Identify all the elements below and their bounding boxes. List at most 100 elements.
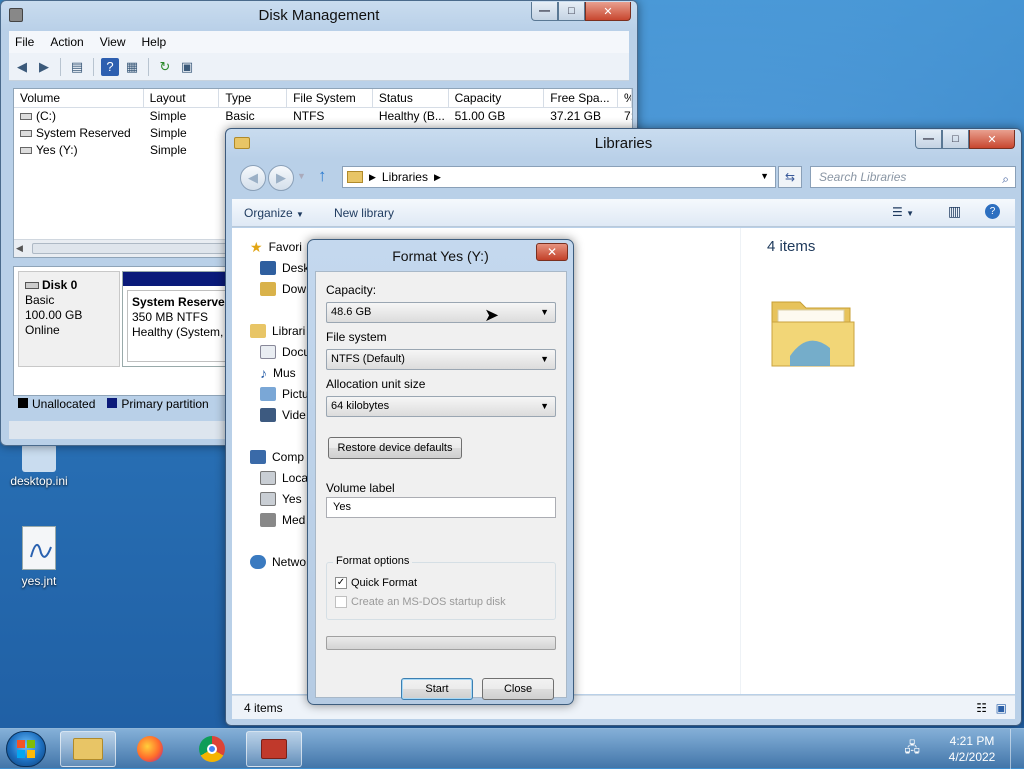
- menu-view[interactable]: View: [100, 35, 126, 49]
- breadcrumb-chevron-icon[interactable]: ▶: [434, 172, 441, 183]
- capacity-select[interactable]: 48.6 GB ▼: [326, 302, 556, 323]
- organize-button[interactable]: Organize ▼: [244, 206, 304, 220]
- column-header-free-space[interactable]: Free Spa...: [544, 89, 619, 107]
- desktop-icon-desktop-ini[interactable]: desktop.ini: [4, 444, 74, 488]
- nav-libraries[interactable]: Librari: [250, 322, 305, 340]
- help-icon[interactable]: ?: [985, 204, 1000, 219]
- file-system-select[interactable]: NTFS (Default) ▼: [326, 349, 556, 370]
- refresh-icon: ⇆: [784, 170, 796, 184]
- taskbar-chrome[interactable]: [184, 731, 240, 767]
- minimize-button[interactable]: —: [915, 130, 942, 149]
- nav-downloads[interactable]: Dow: [260, 280, 306, 298]
- address-dropdown-icon[interactable]: ▼: [760, 171, 769, 181]
- tiles-view-icon[interactable]: ▣: [996, 701, 1007, 715]
- start-button[interactable]: [6, 731, 46, 767]
- quick-format-checkbox[interactable]: ✓ Quick Format: [335, 577, 417, 589]
- clock[interactable]: 4:21 PM 4/2/2022: [934, 733, 1010, 765]
- view-options-button[interactable]: ☰ ▼: [892, 205, 914, 219]
- nav-music[interactable]: ♪ Mus: [260, 364, 296, 382]
- search-input[interactable]: Search Libraries ⌕: [810, 166, 1016, 188]
- console-tree-icon[interactable]: ▤: [68, 58, 86, 76]
- chevron-down-icon: ▼: [540, 401, 549, 411]
- nav-desktop-label: Desk: [282, 261, 310, 275]
- close-icon: ✕: [987, 133, 997, 146]
- up-arrow-icon[interactable]: ↑: [318, 166, 327, 186]
- restore-defaults-button[interactable]: Restore device defaults: [328, 437, 462, 459]
- refresh-button[interactable]: ⇆: [778, 166, 802, 188]
- column-header-layout[interactable]: Layout: [144, 89, 220, 107]
- scrollbar-thumb[interactable]: [32, 243, 232, 254]
- maximize-button[interactable]: □: [558, 2, 585, 21]
- taskbar-firefox[interactable]: [122, 731, 178, 767]
- star-icon: ★: [250, 238, 263, 255]
- column-header-status[interactable]: Status: [373, 89, 449, 107]
- back-arrow-icon[interactable]: ◀: [13, 58, 31, 76]
- column-header-capacity[interactable]: Capacity: [449, 89, 545, 107]
- volume-label-input[interactable]: Yes: [326, 497, 556, 518]
- nav-media[interactable]: Med: [260, 511, 305, 529]
- nav-desktop[interactable]: Desk: [260, 259, 309, 277]
- address-bar[interactable]: ▶ Libraries ▶ ▼: [342, 166, 776, 188]
- preview-pane-icon[interactable]: ▥: [948, 203, 961, 220]
- volume-cell: Yes (Y:): [14, 142, 144, 159]
- table-row[interactable]: (C:) Simple Basic NTFS Healthy (B... 51.…: [14, 108, 632, 125]
- maximize-button[interactable]: □: [942, 130, 969, 149]
- details-divider: [740, 228, 741, 694]
- nav-yes-drive[interactable]: Yes: [260, 490, 302, 508]
- network-icon[interactable]: 🖧: [904, 737, 920, 761]
- new-library-button[interactable]: New library: [334, 206, 394, 220]
- nav-videos-label: Vide: [282, 408, 306, 422]
- nav-computer[interactable]: Comp: [250, 448, 304, 466]
- refresh-icon[interactable]: ↻: [156, 58, 174, 76]
- close-button[interactable]: ✕: [585, 2, 631, 21]
- format-dialog[interactable]: Format Yes (Y:) ✕ Capacity: 48.6 GB ▼ Fi…: [307, 239, 574, 705]
- nav-network[interactable]: Netwo: [250, 553, 306, 571]
- toolbar-separator: [148, 57, 149, 76]
- disk-state: Online: [25, 323, 60, 337]
- disk-size: 100.00 GB: [25, 308, 83, 322]
- forward-button[interactable]: ▶: [268, 165, 294, 191]
- taskbar-computer-management[interactable]: [246, 731, 302, 767]
- msdos-startup-checkbox[interactable]: Create an MS-DOS startup disk: [335, 596, 506, 608]
- column-header-type[interactable]: Type: [219, 89, 288, 107]
- downloads-icon: [260, 282, 276, 296]
- menu-help[interactable]: Help: [142, 35, 167, 49]
- nav-videos[interactable]: Vide: [260, 406, 306, 424]
- column-header-percent[interactable]: %: [618, 89, 632, 107]
- dialog-close-button[interactable]: ✕: [536, 243, 568, 261]
- capacity-value: 48.6 GB: [331, 306, 372, 318]
- volume-cell: System Reserved: [14, 125, 144, 142]
- nav-local-disk[interactable]: Loca: [260, 469, 308, 487]
- menu-action[interactable]: Action: [50, 35, 83, 49]
- back-button[interactable]: ◀: [240, 165, 266, 191]
- minimize-button[interactable]: —: [531, 2, 558, 21]
- properties-icon[interactable]: ▦: [123, 58, 141, 76]
- desktop-icon-label: desktop.ini: [10, 474, 68, 488]
- help-icon[interactable]: ?: [101, 57, 119, 76]
- close-button[interactable]: ✕: [969, 130, 1015, 149]
- column-header-file-system[interactable]: File System: [287, 89, 373, 107]
- close-button[interactable]: Close: [482, 678, 554, 700]
- nav-favorites[interactable]: ★ Favori: [250, 238, 302, 256]
- volume-label-label: Volume label: [326, 481, 395, 495]
- desktop-icon-yes-jnt[interactable]: yes.jnt: [4, 526, 74, 588]
- details-view-icon[interactable]: ☷: [976, 701, 987, 715]
- start-button[interactable]: Start: [401, 678, 473, 700]
- rescan-icon[interactable]: ▣: [178, 58, 196, 76]
- breadcrumb-libraries[interactable]: Libraries: [382, 170, 428, 184]
- taskbar-explorer[interactable]: [60, 731, 116, 767]
- history-dropdown-icon[interactable]: ▼: [297, 171, 306, 181]
- column-header-volume[interactable]: Volume: [14, 89, 144, 107]
- nav-documents[interactable]: Docu: [260, 343, 310, 361]
- disk-info[interactable]: Disk 0 Basic 100.00 GB Online: [18, 271, 120, 367]
- toolbar-separator: [93, 57, 94, 76]
- forward-arrow-icon[interactable]: ▶: [35, 58, 53, 76]
- media-icon: [260, 513, 276, 527]
- menu-file[interactable]: File: [15, 35, 34, 49]
- scroll-left-icon[interactable]: ◀: [16, 243, 23, 254]
- breadcrumb-chevron-icon[interactable]: ▶: [369, 172, 376, 183]
- show-desktop-button[interactable]: [1010, 729, 1024, 769]
- allocation-unit-select[interactable]: 64 kilobytes ▼: [326, 396, 556, 417]
- chevron-down-icon: ▼: [540, 354, 549, 364]
- nav-pictures[interactable]: Pictu: [260, 385, 309, 403]
